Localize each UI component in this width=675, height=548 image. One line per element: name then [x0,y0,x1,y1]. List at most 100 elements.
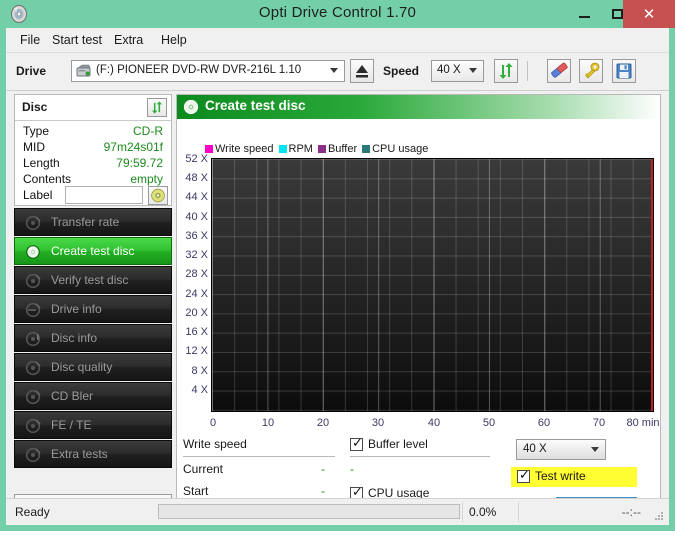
speed-select[interactable]: 40 X [431,60,484,82]
save-button[interactable] [612,59,636,83]
divider [183,456,335,457]
disc-panel: Disc Type CD-R MID 97m24s01f Length 79:5… [14,94,172,206]
sidebar-item-label: Drive info [51,302,102,316]
toolbar: Drive (F:) PIONEER DVD-RW DVR-216L 1.10 [6,53,669,91]
legend-swatch [205,145,213,153]
menu-item-file[interactable]: File [15,31,45,49]
progress-bar [158,504,460,519]
disc-scan-icon [25,418,41,434]
tools-button[interactable] [579,59,603,83]
legend-label: RPM [288,143,313,155]
x-tick-label: 40 [427,417,441,429]
disc-key-label: Label [23,188,53,202]
sidebar-item-label: Create test disc [51,244,135,258]
disc-panel-title: Disc [22,100,48,114]
write-speed-select[interactable]: 40 X [516,439,606,460]
speed-label: Speed [383,64,420,78]
x-tick-label: 50 [482,417,496,429]
disc-row-length: Length 79:59.72 [15,156,171,172]
disc-value-length: 79:59.72 [116,156,163,170]
minimize-button[interactable] [570,0,598,28]
sidebar-item-label: Extra tests [51,447,108,461]
refresh-disc-button[interactable] [147,98,167,117]
y-tick-label: 48 X [185,172,208,184]
stat-value-current: - [321,462,325,476]
check-icon: ✓ [519,468,530,483]
refresh-button[interactable] [494,59,518,83]
disc-key-type: Type [23,124,50,138]
x-tick-label: 0 [209,417,217,429]
disc-info-icon [25,331,41,347]
sidebar-item-extra-tests[interactable]: Extra tests [14,440,172,468]
disc-label-button[interactable] [148,186,168,205]
x-tick-label: 60 [537,417,551,429]
x-tick-label: 10 [261,417,275,429]
chart-end-marker [651,159,653,411]
sidebar-item-verify-test-disc[interactable]: Verify test disc [14,266,172,294]
drive-select[interactable]: (F:) PIONEER DVD-RW DVR-216L 1.10 [71,60,345,82]
x-tick-label: 80 min [626,417,660,429]
erase-icon [551,62,568,78]
stat-value-start: - [321,484,325,498]
legend-item-rpm: RPM [278,143,313,155]
x-tick-label: 20 [316,417,330,429]
chart-plot-area [211,158,654,412]
disc-scan-icon [25,389,41,405]
menu-item-start-test[interactable]: Start test [47,31,107,49]
y-tick-label: 24 X [185,288,208,300]
legend-item-write-speed: Write speed [205,143,274,155]
sidebar-item-label: Disc info [51,331,98,345]
y-tick-label: 28 X [185,268,208,280]
toolbar-separator [527,61,528,81]
stat-key-current: Current [183,462,224,476]
buffer-level-checkbox[interactable]: ✓ [350,436,363,451]
chart-grid-major [212,159,653,411]
test-write-checkbox[interactable]: ✓ [517,468,530,483]
chart-legend: Write speed RPM Buffer CPU usage [205,143,433,155]
sidebar: Disc Type CD-R MID 97m24s01f Length 79:5… [14,94,172,518]
divider [350,456,490,457]
sidebar-item-drive-info[interactable]: Drive info [14,295,172,323]
sidebar-item-cd-bler[interactable]: CD Bler [14,382,172,410]
sidebar-item-fe-te[interactable]: FE / TE [14,411,172,439]
disc-scan-icon [25,360,41,376]
disc-value-contents: empty [130,172,163,186]
disc-scan-icon [25,273,41,289]
y-tick-label: 16 X [185,326,208,338]
disc-key-mid: MID [23,140,45,154]
menu-bar: File Start test Extra Help [6,28,669,53]
eject-button[interactable] [350,59,374,83]
disc-value-type: CD-R [133,124,163,138]
sidebar-item-disc-quality[interactable]: Disc quality [14,353,172,381]
progress-percent: 0.0% [469,505,497,519]
sidebar-item-transfer-rate[interactable]: Transfer rate [14,208,172,236]
disc-scan-icon [25,447,41,463]
disc-write-icon [25,244,41,260]
sidebar-item-label: CD Bler [51,389,94,403]
sidebar-nav: Transfer rate Create test disc Verify te… [14,208,172,469]
status-separator [518,502,519,522]
y-tick-label: 32 X [185,249,208,261]
sidebar-item-create-test-disc[interactable]: Create test disc [14,237,172,265]
check-icon: ✓ [352,436,363,451]
erase-button[interactable] [547,59,571,83]
disc-label-input[interactable] [65,186,143,204]
drive-info-icon [25,302,41,318]
legend-swatch [278,145,287,153]
disc-row-mid: MID 97m24s01f [15,140,171,156]
y-tick-label: 44 X [185,191,208,203]
eject-icon [356,65,368,78]
legend-item-buffer: Buffer [317,143,357,155]
menu-item-help[interactable]: Help [156,31,192,49]
minimize-icon [578,16,590,18]
refresh-icon [151,101,163,114]
close-button[interactable]: ✕ [623,0,675,28]
write-speed-title: Write speed [183,437,247,451]
y-tick-label: 12 X [185,345,208,357]
main-panel: Create test disc Write speed RPM Buffer … [176,94,661,520]
menu-item-extra[interactable]: Extra [109,31,148,49]
test-write-label: Test write [535,469,586,483]
refresh-icon [499,63,513,79]
sidebar-item-disc-info[interactable]: Disc info [14,324,172,352]
resize-grip[interactable] [653,510,665,522]
